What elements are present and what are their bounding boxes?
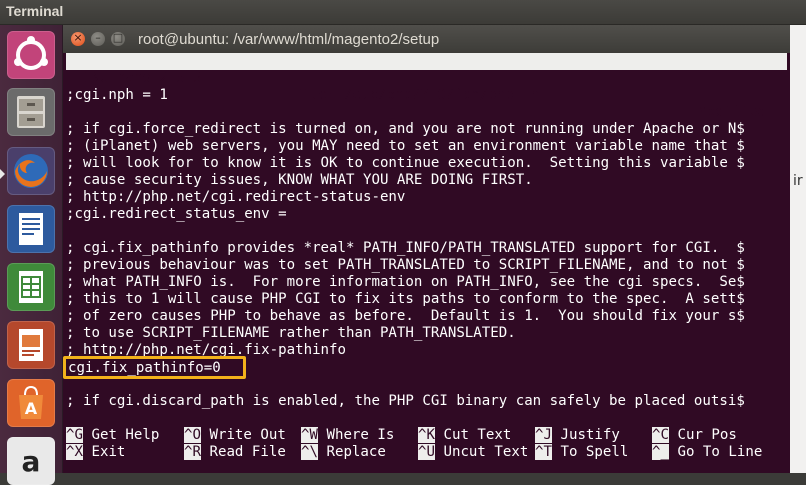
shortcut-row: ^X Exit ^R Read File ^\ Replace ^U Uncut… [66,444,788,461]
shortcut-key: ^W [301,427,318,443]
nano-header-bar: GNU nano 2.5.3 File: /etc/php/7.0/fpm/ph… [66,53,787,120]
shortcut-key: ^X [66,444,83,460]
background-window-text: ir [793,173,803,189]
top-panel-app-name: Terminal [6,3,64,19]
buffer-line[interactable]: ; http://php.net/cgi.redirect-status-env [66,189,788,206]
buffer-line[interactable]: ;cgi.nph = 1 [66,87,788,104]
minimize-button[interactable]: – [91,31,105,46]
shortcut-key: ^O [184,427,201,443]
buffer-line[interactable]: ; of zero causes PHP to behave as before… [66,308,788,325]
minimize-icon: – [95,31,101,44]
buffer-line[interactable]: ; what PATH_INFO is. For more informatio… [66,274,788,291]
shortcut-key: ^U [418,444,435,460]
shortcut-label: Go To Line [668,444,763,460]
top-panel: Terminal [0,0,806,25]
firefox-icon[interactable] [7,147,55,195]
shortcut-go-to-line[interactable]: ^_ Go To Line [652,444,762,461]
buffer-line[interactable]: ; to use SCRIPT_FILENAME rather than PAT… [66,325,788,342]
close-icon: × [73,31,83,44]
terminal-window[interactable]: × – □ root@ubuntu: /var/www/html/magento… [63,25,790,473]
shortcut-cur-pos[interactable]: ^C Cur Pos [652,427,737,444]
buffer-line[interactable]: ; this to 1 will cause PHP CGI to fix it… [66,291,788,308]
writer-icon[interactable] [7,205,55,253]
shortcut-label: Write Out [200,427,286,443]
shortcut-where-is[interactable]: ^W Where Is [301,427,394,444]
shortcut-key: ^R [184,444,201,460]
nano-shortcut-bar: ^G Get Help ^O Write Out ^W Where Is ^K … [66,427,788,461]
buffer-line[interactable]: ; previous behaviour was to set PATH_TRA… [66,257,788,274]
amazon-icon[interactable]: a [7,437,55,485]
shortcut-get-help[interactable]: ^G Get Help [66,427,159,444]
shortcut-to-spell[interactable]: ^T To Spell [535,444,628,461]
maximize-button[interactable]: □ [111,31,125,46]
shortcut-key: ^_ [652,444,669,460]
unity-launcher: A a [0,25,63,485]
svg-text:A: A [25,399,38,418]
shortcut-uncut-text[interactable]: ^U Uncut Text [418,444,528,461]
shortcut-key: ^\ [301,444,318,460]
buffer-line[interactable] [66,104,788,121]
shortcut-write-out[interactable]: ^O Write Out [184,427,286,444]
shortcut-key: ^T [535,444,552,460]
software-center-icon[interactable]: A [7,379,55,427]
buffer-line[interactable] [66,223,788,240]
shortcut-label: Uncut Text [434,444,529,460]
files-icon[interactable] [7,88,55,136]
background-window-edge: ir [790,25,806,473]
buffer-line[interactable]: ;cgi.redirect_status_env = [66,206,788,223]
window-title: root@ubuntu: /var/www/html/magento2/setu… [138,31,440,48]
shortcut-justify[interactable]: ^J Justify [535,427,620,444]
shortcut-label: Get Help [82,427,160,443]
shortcut-label: Replace [317,444,386,460]
window-titlebar[interactable]: × – □ root@ubuntu: /var/www/html/magento… [63,25,790,53]
buffer-line[interactable]: ; (iPlanet) web servers, you MAY need to… [66,138,788,155]
buffer-line[interactable]: ; cause security issues, KNOW WHAT YOU A… [66,172,788,189]
dash-home-icon[interactable] [7,31,55,79]
close-button[interactable]: × [71,31,85,46]
shortcut-replace[interactable]: ^\ Replace [301,444,386,461]
shortcut-label: Justify [551,427,620,443]
shortcut-label: To Spell [551,444,629,460]
buffer-line[interactable]: ; will look for to know it is OK to cont… [66,155,788,172]
buffer-line[interactable]: ; if cgi.discard_path is enabled, the PH… [66,393,788,410]
shortcut-label: Cut Text [434,427,512,443]
running-indicator [0,169,5,179]
shortcut-row: ^G Get Help ^O Write Out ^W Where Is ^K … [66,427,788,444]
shortcut-label: Where Is [317,427,395,443]
shortcut-exit[interactable]: ^X Exit [66,444,125,461]
shortcut-cut-text[interactable]: ^K Cut Text [418,427,511,444]
shortcut-key: ^G [66,427,83,443]
highlighted-setting[interactable]: cgi.fix_pathinfo=0 [63,356,246,379]
nano-version: GNU nano 2.5.3 [83,70,202,86]
maximize-icon: □ [112,31,124,44]
buffer-line[interactable]: ; cgi.fix_pathinfo provides *real* PATH_… [66,240,788,257]
shortcut-label: Exit [82,444,126,460]
shortcut-label: Read File [200,444,286,460]
shortcut-key: ^C [652,427,669,443]
shortcut-key: ^K [418,427,435,443]
highlighted-setting-text: cgi.fix_pathinfo=0 [68,360,221,376]
svg-text:a: a [22,445,41,478]
buffer-line[interactable]: ; if cgi.force_redirect is turned on, an… [66,121,788,138]
shortcut-key: ^J [535,427,552,443]
calc-icon[interactable] [7,263,55,311]
shortcut-label: Cur Pos [668,427,737,443]
impress-icon[interactable] [7,321,55,369]
shortcut-read-file[interactable]: ^R Read File [184,444,286,461]
